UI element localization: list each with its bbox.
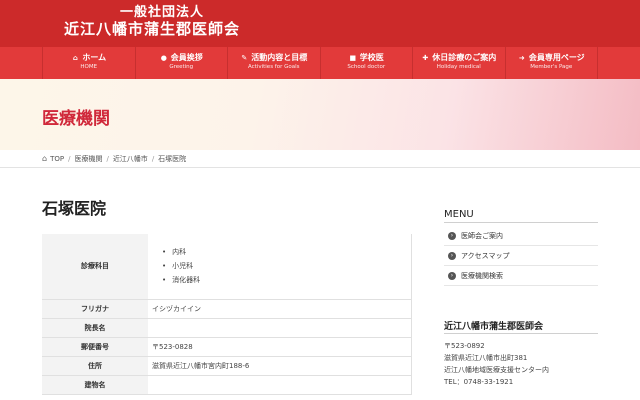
table-row: 院長名 — [42, 318, 412, 338]
breadcrumb-separator: / — [106, 154, 109, 163]
breadcrumb-city[interactable]: 近江八幡市 — [113, 154, 148, 164]
banner-title: 医療機関 — [42, 109, 110, 129]
breadcrumb-current: 石塚医院 — [158, 154, 187, 163]
nav-label: 学校医 — [359, 53, 384, 62]
org-address: 滋賀県近江八幡市出町381 — [444, 354, 528, 362]
nav-item-activities[interactable]: ✎ 活動内容と目標 Activities for Goals — [228, 47, 321, 79]
holiday-icon: ✚ — [422, 54, 429, 62]
logo-line2: 近江八幡市蒲生郡医師会 — [63, 20, 240, 38]
arrow-right-icon: › — [448, 271, 456, 280]
activities-icon: ✎ — [241, 54, 248, 62]
home-icon: ⌂ — [72, 54, 78, 62]
nav-item-greeting[interactable]: ● 会員挨拶 Greeting — [136, 47, 228, 79]
nav-label: 活動内容と目標 — [251, 53, 308, 62]
site-logo[interactable]: 一般社団法人 近江八幡市蒲生郡医師会 — [52, 5, 252, 39]
sidebar-menu-title: MENU — [444, 209, 474, 220]
row-label: 住所 — [42, 356, 148, 376]
breadcrumb: ⌂ TOP / 医療機関 / 近江八幡市 / 石塚医院 — [42, 152, 186, 165]
nav-label: ホーム — [82, 53, 107, 62]
sidebar-org-info: 〒523-0892 滋賀県近江八幡市出町381 近江八幡地域医療支援センター内 … — [444, 340, 549, 388]
list-item: 消化器科 — [162, 273, 411, 287]
logo-line1: 一般社団法人 — [119, 5, 204, 20]
sidebar-item-label: アクセスマップ — [461, 251, 510, 260]
arrow-right-icon: › — [448, 231, 456, 240]
nav-item-home[interactable]: ⌂ ホーム HOME — [43, 47, 136, 79]
row-label: 建物名 — [42, 375, 148, 395]
row-value — [148, 318, 412, 338]
row-value: 〒523-0828 — [148, 337, 412, 357]
list-item: 内科 — [162, 245, 411, 259]
breadcrumb-medical[interactable]: 医療機関 — [74, 154, 102, 164]
nav-label: 会員挨拶 — [170, 53, 203, 62]
org-building: 近江八幡地域医療支援センター内 — [444, 366, 549, 374]
departments-list: 内科 小児科 消化器科 — [152, 245, 411, 287]
sidebar-divider — [444, 333, 598, 334]
school-icon: ■ — [349, 54, 357, 62]
sidebar-item-access-map[interactable]: › アクセスマップ — [444, 246, 598, 266]
sidebar: MENU › 医師会ご案内 › アクセスマップ › 医療機関検索 近江八幡市蒲生郡医師… — [444, 0, 598, 400]
clinic-info-table: 診療科目 内科 小児科 消化器科 フリガナ イシヅカイイン 院長名 郵便番号 〒… — [42, 234, 412, 395]
departments-cell: 内科 小児科 消化器科 — [148, 234, 412, 300]
table-row: フリガナ イシヅカイイン — [42, 299, 412, 319]
table-row: 住所 滋賀県近江八幡市宮内町188-6 — [42, 356, 412, 376]
nav-item-school-doctor[interactable]: ■ 学校医 School doctor — [321, 47, 413, 79]
row-value — [148, 375, 412, 395]
org-tel: TEL：0748-33-1921 — [444, 378, 514, 386]
sidebar-item-label: 医師会ご案内 — [461, 231, 503, 240]
person-icon: ● — [160, 54, 167, 62]
row-label: 郵便番号 — [42, 337, 148, 357]
row-value: 滋賀県近江八幡市宮内町188-6 — [148, 356, 412, 376]
breadcrumb-separator: / — [68, 154, 71, 163]
nav-sub: Greeting — [169, 64, 194, 70]
page-title: 石塚医院 — [42, 199, 107, 218]
arrow-right-icon: › — [448, 251, 456, 260]
departments-label: 診療科目 — [42, 234, 148, 300]
sidebar-divider — [444, 222, 598, 223]
nav-sub: HOME — [80, 64, 98, 70]
sidebar-org-title: 近江八幡市蒲生郡医師会 — [444, 322, 544, 332]
table-row: 郵便番号 〒523-0828 — [42, 337, 412, 357]
table-row: 診療科目 内科 小児科 消化器科 — [42, 234, 412, 300]
sidebar-item-label: 医療機関検索 — [461, 271, 503, 280]
home-icon: ⌂ — [42, 154, 48, 163]
list-item: 小児科 — [162, 259, 411, 273]
row-value: イシヅカイイン — [148, 299, 412, 319]
sidebar-item-clinic-search[interactable]: › 医療機関検索 — [444, 266, 598, 286]
row-label: 院長名 — [42, 318, 148, 338]
nav-sub: Activities for Goals — [247, 64, 300, 70]
org-postal: 〒523-0892 — [444, 342, 485, 350]
nav-sub: School doctor — [347, 64, 386, 70]
sidebar-menu: › 医師会ご案内 › アクセスマップ › 医療機関検索 — [444, 226, 598, 286]
row-label: フリガナ — [42, 299, 148, 319]
breadcrumb-top[interactable]: TOP — [50, 155, 64, 163]
sidebar-item-association[interactable]: › 医師会ご案内 — [444, 226, 598, 246]
table-row: 建物名 — [42, 375, 412, 395]
breadcrumb-separator: / — [151, 154, 155, 163]
